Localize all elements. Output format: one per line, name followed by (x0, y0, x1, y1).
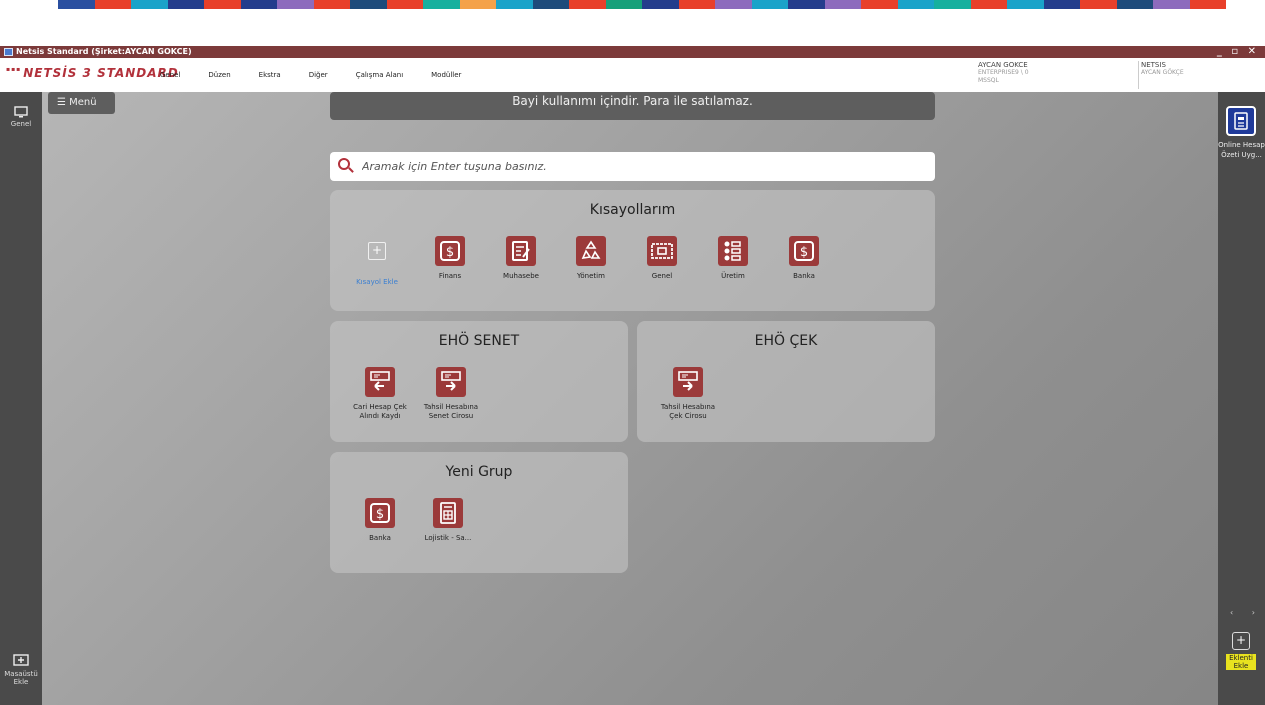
shortcut-yonetim[interactable]: Yönetim (561, 236, 621, 281)
hamburger-icon: ☰ (57, 97, 66, 108)
online-hesap-button[interactable] (1226, 106, 1256, 136)
svg-text:$: $ (800, 245, 808, 260)
sidebar-genel-label: Genel (10, 120, 32, 128)
document-icon (1234, 112, 1248, 130)
cek-tahsil-hesabina[interactable]: Tahsil Hesabına Çek Cirosu (658, 367, 718, 421)
add-desktop-icon (13, 654, 29, 666)
user-name: AYCAN GOKCE (978, 61, 1028, 69)
senet-cari-hesap[interactable]: Cari Hesap Çek Alındı Kaydı (350, 367, 410, 421)
dealer-banner: Bayi kullanımı içindir. Para ile satılam… (330, 92, 935, 120)
shortcut-banka-label: Banka (793, 272, 815, 280)
cek-tahsil-label: Tahsil Hesabına Çek Cirosu (660, 403, 716, 420)
shortcut-muhasebe-label: Muhasebe (503, 272, 539, 280)
eklenti-label: Eklenti Ekle (1226, 654, 1256, 670)
shortcut-yonetim-label: Yönetim (577, 272, 605, 280)
company-info: NETSIS AYCAN GÖKÇE (1138, 61, 1184, 89)
add-shortcut-icon: + (362, 242, 392, 272)
left-sidebar: Genel Masaüstü Ekle (0, 92, 42, 705)
decorative-color-stripe (58, 0, 1226, 9)
menu-button-label: Menü (69, 97, 97, 108)
shortcut-uretim-label: Üretim (721, 272, 745, 280)
menu-button[interactable]: ☰ Menü (48, 92, 115, 114)
menu-moduller[interactable]: Modüller (431, 71, 461, 79)
online-hesap-label: Online Hesap Özeti Uyg... (1218, 141, 1265, 159)
yeni-grup-title: Yeni Grup (445, 464, 513, 480)
svg-text:$: $ (446, 245, 454, 260)
transfer-right-icon (436, 367, 466, 397)
netsis-logo: ▪▪▪ NETSİS 3 STANDARD (6, 66, 179, 80)
workspace: Genel Masaüstü Ekle Online Hesap Özeti U… (0, 92, 1265, 705)
bank-icon: $ (365, 498, 395, 528)
finance-icon: $ (435, 236, 465, 266)
senet-tahsil-hesabina[interactable]: Tahsil Hesabına Senet Cirosu (421, 367, 481, 421)
svg-text:$: $ (376, 507, 384, 522)
window-title: Netsis Standard (Şirket:AYCAN GOKCE) (16, 47, 192, 56)
sidebar-masaustu-label: Masaüstü Ekle (4, 670, 38, 686)
senet-tahsil-label: Tahsil Hesabına Senet Cirosu (423, 403, 479, 420)
kisayol-ekle-label: Kısayol Ekle (356, 278, 398, 286)
grup-banka[interactable]: $ Banka (350, 498, 410, 543)
senet-title: EHÖ SENET (438, 333, 520, 349)
cek-title: EHÖ ÇEK (754, 333, 818, 349)
eklenti-add-button[interactable]: + (1232, 632, 1250, 650)
banner-text: Bayi kullanımı içindir. Para ile satılam… (512, 94, 753, 108)
grup-lojistik[interactable]: Lojistik - Sa... (418, 498, 478, 543)
menu-calisma-alani[interactable]: Çalışma Alanı (356, 71, 403, 79)
netsis-window: Netsis Standard (Şirket:AYCAN GOKCE) _ ▫… (0, 46, 1265, 705)
sidebar-masaustu-ekle[interactable]: Masaüstü Ekle (0, 654, 42, 686)
menu-duzen[interactable]: Düzen (208, 71, 230, 79)
product-name: NETSIS (1141, 61, 1166, 69)
user-info: AYCAN GOKCE ENTERPRISE9 \ 0 MSSQL (978, 61, 1029, 85)
monitor-icon (14, 106, 28, 118)
bank-icon: $ (789, 236, 819, 266)
shortcut-finans[interactable]: $ Finans (420, 236, 480, 281)
screen-icon (647, 236, 677, 266)
shortcut-genel-label: Genel (651, 272, 673, 280)
shortcut-uretim[interactable]: Üretim (703, 236, 763, 281)
menu-diger[interactable]: Diğer (309, 71, 328, 79)
nav-arrows[interactable]: ‹ › (1230, 608, 1263, 617)
senet-cari-hesap-label: Cari Hesap Çek Alındı Kaydı (353, 403, 407, 420)
accounting-icon (506, 236, 536, 266)
shortcut-muhasebe[interactable]: Muhasebe (491, 236, 551, 281)
right-sidebar: Online Hesap Özeti Uyg... ‹ › + Eklenti … (1218, 92, 1265, 705)
shortcut-finans-label: Finans (438, 272, 462, 280)
calculator-icon (433, 498, 463, 528)
kisayol-ekle-button[interactable]: + Kısayol Ekle (347, 236, 407, 287)
transfer-left-icon (365, 367, 395, 397)
main-menu: Genel Düzen Ekstra Diğer Çalışma Alanı M… (160, 71, 489, 79)
cek-panel: EHÖ ÇEK Tahsil Hesabına Çek Cirosu (637, 321, 935, 442)
search-icon (338, 158, 350, 170)
senet-panel: EHÖ SENET Cari Hesap Çek Alındı Kaydı Ta… (330, 321, 628, 442)
shortcuts-panel: Kısayollarım + Kısayol Ekle $ Finans Muh… (330, 190, 935, 311)
shortcut-genel[interactable]: Genel (632, 236, 692, 281)
menu-ekstra[interactable]: Ekstra (259, 71, 281, 79)
yeni-grup-panel: Yeni Grup $ Banka Lojistik - Sa... (330, 452, 628, 573)
title-bar: Netsis Standard (Şirket:AYCAN GOKCE) _ ▫… (0, 46, 1265, 58)
company-name: AYCAN GÖKÇE (1141, 69, 1184, 76)
checklist-icon (718, 236, 748, 266)
window-controls[interactable]: _ ▫ ✕ (1217, 46, 1259, 58)
sidebar-genel[interactable]: Genel (0, 106, 42, 128)
db-type: MSSQL (978, 77, 999, 84)
grup-lojistik-label: Lojistik - Sa... (424, 534, 472, 542)
grup-banka-label: Banka (369, 534, 391, 542)
shortcuts-title: Kısayollarım (589, 202, 676, 218)
menu-bar: ▪▪▪ NETSİS 3 STANDARD Genel Düzen Ekstra … (0, 58, 1265, 92)
search-input[interactable] (362, 157, 922, 175)
recycle-icon (576, 236, 606, 266)
transfer-right-icon (673, 367, 703, 397)
search-bar[interactable] (330, 152, 935, 181)
menu-genel[interactable]: Genel (160, 71, 180, 79)
shortcut-banka[interactable]: $ Banka (774, 236, 834, 281)
app-icon (4, 48, 13, 56)
server-name: ENTERPRISE9 \ 0 (978, 69, 1029, 76)
